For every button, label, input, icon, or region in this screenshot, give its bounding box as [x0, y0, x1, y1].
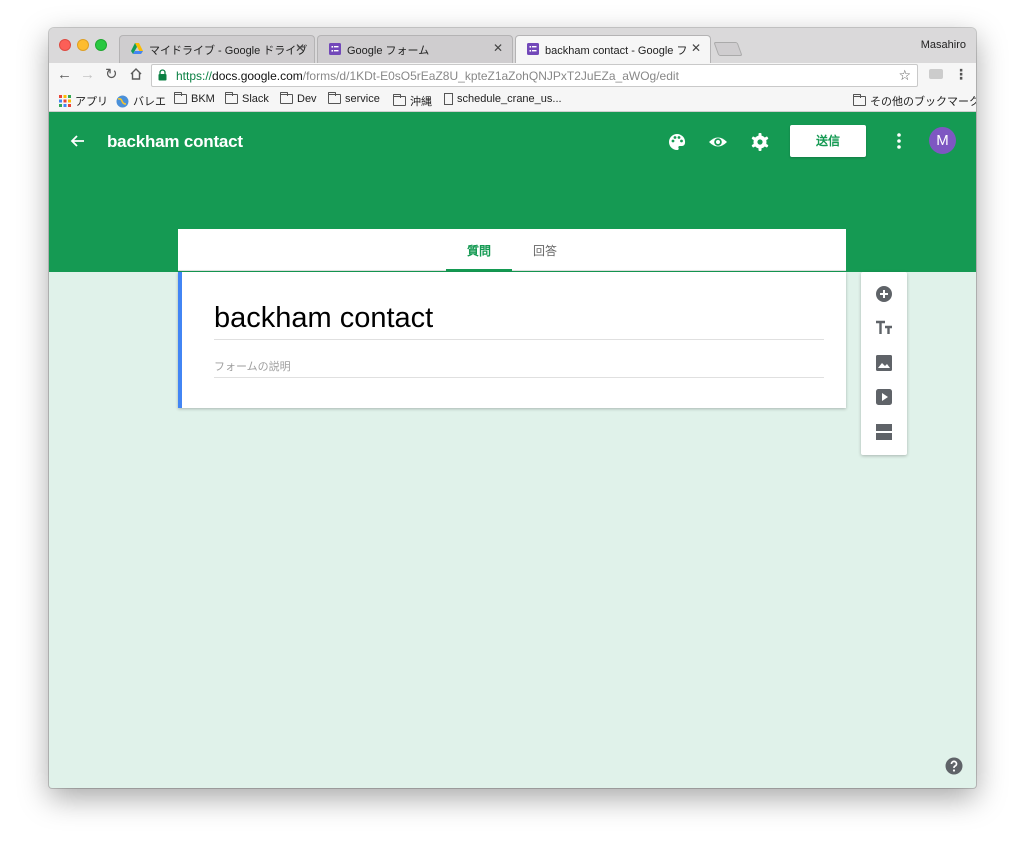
form-description-field[interactable]: フォームの説明 — [214, 358, 824, 378]
globe-icon — [116, 95, 129, 107]
apps-grid-icon — [59, 95, 71, 107]
file-icon — [444, 93, 453, 105]
home-icon[interactable] — [129, 67, 143, 81]
url-scheme: https:// — [176, 69, 213, 83]
close-window-button[interactable] — [59, 39, 71, 51]
tab-strip: マイドライブ - Google ドライブ ✕ Google フォーム ✕ bac… — [49, 28, 976, 64]
add-video-icon[interactable] — [874, 387, 894, 407]
bookmark-apps[interactable]: アプリ — [59, 93, 108, 109]
send-button[interactable]: 送信 — [790, 125, 866, 157]
settings-gear-icon[interactable] — [750, 132, 770, 152]
bookmark-okinawa[interactable]: 沖縄 — [393, 93, 432, 109]
add-section-icon[interactable] — [874, 422, 894, 442]
bookmark-dev[interactable]: Dev — [280, 92, 317, 105]
reload-icon[interactable]: ↻ — [105, 66, 118, 84]
tab-google-drive[interactable]: マイドライブ - Google ドライブ ✕ — [119, 35, 315, 63]
question-side-toolbar — [861, 272, 907, 455]
minimize-window-button[interactable] — [77, 39, 89, 51]
bookmark-label: バレエ — [133, 96, 166, 108]
google-drive-icon — [131, 43, 143, 54]
form-tabs: 質問 回答 — [178, 229, 846, 271]
address-bar[interactable]: https://docs.google.com/forms/d/1KDt-E0s… — [151, 64, 918, 87]
bookmark-label: BKM — [191, 93, 215, 105]
other-bookmarks[interactable]: その他のブックマーク — [853, 93, 976, 109]
bookmark-star-icon[interactable]: ☆ — [898, 67, 911, 84]
google-forms-icon — [527, 43, 539, 55]
bookmark-label: Slack — [242, 93, 269, 105]
bookmark-schedule[interactable]: schedule_crane_us... — [444, 93, 562, 105]
lock-icon — [158, 69, 167, 81]
url-path: /forms/d/1KDt-E0sO5rEaZ8U_kpteZ1aZohQNJP… — [302, 69, 679, 83]
add-title-text-icon[interactable] — [874, 318, 894, 338]
browser-menu-icon[interactable]: ⋮ — [954, 66, 968, 83]
bookmark-service[interactable]: service — [328, 92, 380, 105]
new-tab-button[interactable] — [713, 42, 743, 56]
back-arrow-icon[interactable] — [69, 132, 87, 150]
bookmark-label: アプリ — [75, 96, 108, 108]
folder-icon — [225, 92, 238, 104]
forward-icon[interactable]: → — [80, 66, 95, 84]
url-text: https://docs.google.com/forms/d/1KDt-E0s… — [176, 69, 679, 83]
bookmark-bkm[interactable]: BKM — [174, 92, 215, 105]
bookmark-slack[interactable]: Slack — [225, 92, 269, 105]
google-forms-icon — [329, 43, 341, 55]
more-options-icon[interactable] — [896, 132, 902, 150]
tab-title: マイドライブ - Google ドライブ — [149, 45, 308, 57]
help-icon[interactable] — [945, 757, 963, 775]
close-tab-icon[interactable]: ✕ — [493, 41, 503, 55]
close-tab-icon[interactable]: ✕ — [295, 41, 305, 55]
form-header-title[interactable]: backham contact — [107, 132, 243, 152]
bookmark-ballet[interactable]: バレエ — [116, 93, 166, 109]
folder-icon — [393, 94, 406, 106]
close-tab-icon[interactable]: ✕ — [691, 41, 701, 55]
browser-window: マイドライブ - Google ドライブ ✕ Google フォーム ✕ bac… — [49, 28, 976, 788]
folder-icon — [853, 94, 866, 106]
url-host: docs.google.com — [212, 69, 303, 83]
bookmarks-bar: アプリ バレエ BKM Slack Dev service 沖縄 schedul… — [49, 89, 976, 112]
profile-name[interactable]: Masahiro — [921, 39, 966, 51]
bookmark-label: その他のブックマーク — [870, 96, 976, 108]
form-title-card[interactable]: backham contact フォームの説明 — [178, 272, 846, 408]
bookmark-label: service — [345, 93, 380, 105]
folder-icon — [280, 92, 293, 104]
back-icon[interactable]: ← — [57, 66, 72, 84]
maximize-window-button[interactable] — [95, 39, 107, 51]
active-tab-indicator — [446, 269, 512, 271]
tab-backham-contact[interactable]: backham contact - Google フォ ✕ — [515, 35, 711, 64]
bookmark-label: schedule_crane_us... — [457, 93, 562, 105]
tab-responses[interactable]: 回答 — [533, 242, 557, 259]
tab-title: Google フォーム — [347, 45, 430, 57]
bookmark-label: 沖縄 — [410, 96, 432, 108]
account-avatar[interactable]: M — [929, 127, 956, 154]
tab-questions[interactable]: 質問 — [467, 242, 491, 259]
tab-title: backham contact - Google フォ — [545, 45, 689, 57]
add-question-icon[interactable] — [874, 284, 894, 304]
tab-google-forms[interactable]: Google フォーム ✕ — [317, 35, 513, 63]
bookmark-label: Dev — [297, 93, 317, 105]
folder-icon — [174, 92, 187, 104]
extension-icon[interactable] — [929, 69, 943, 79]
folder-icon — [328, 92, 341, 104]
add-image-icon[interactable] — [874, 353, 894, 373]
browser-toolbar: ← → ↻ https://docs.google.com/forms/d/1K… — [49, 63, 976, 89]
preview-eye-icon[interactable] — [708, 132, 728, 152]
form-title-field[interactable]: backham contact — [214, 302, 824, 340]
palette-icon[interactable] — [667, 132, 687, 152]
